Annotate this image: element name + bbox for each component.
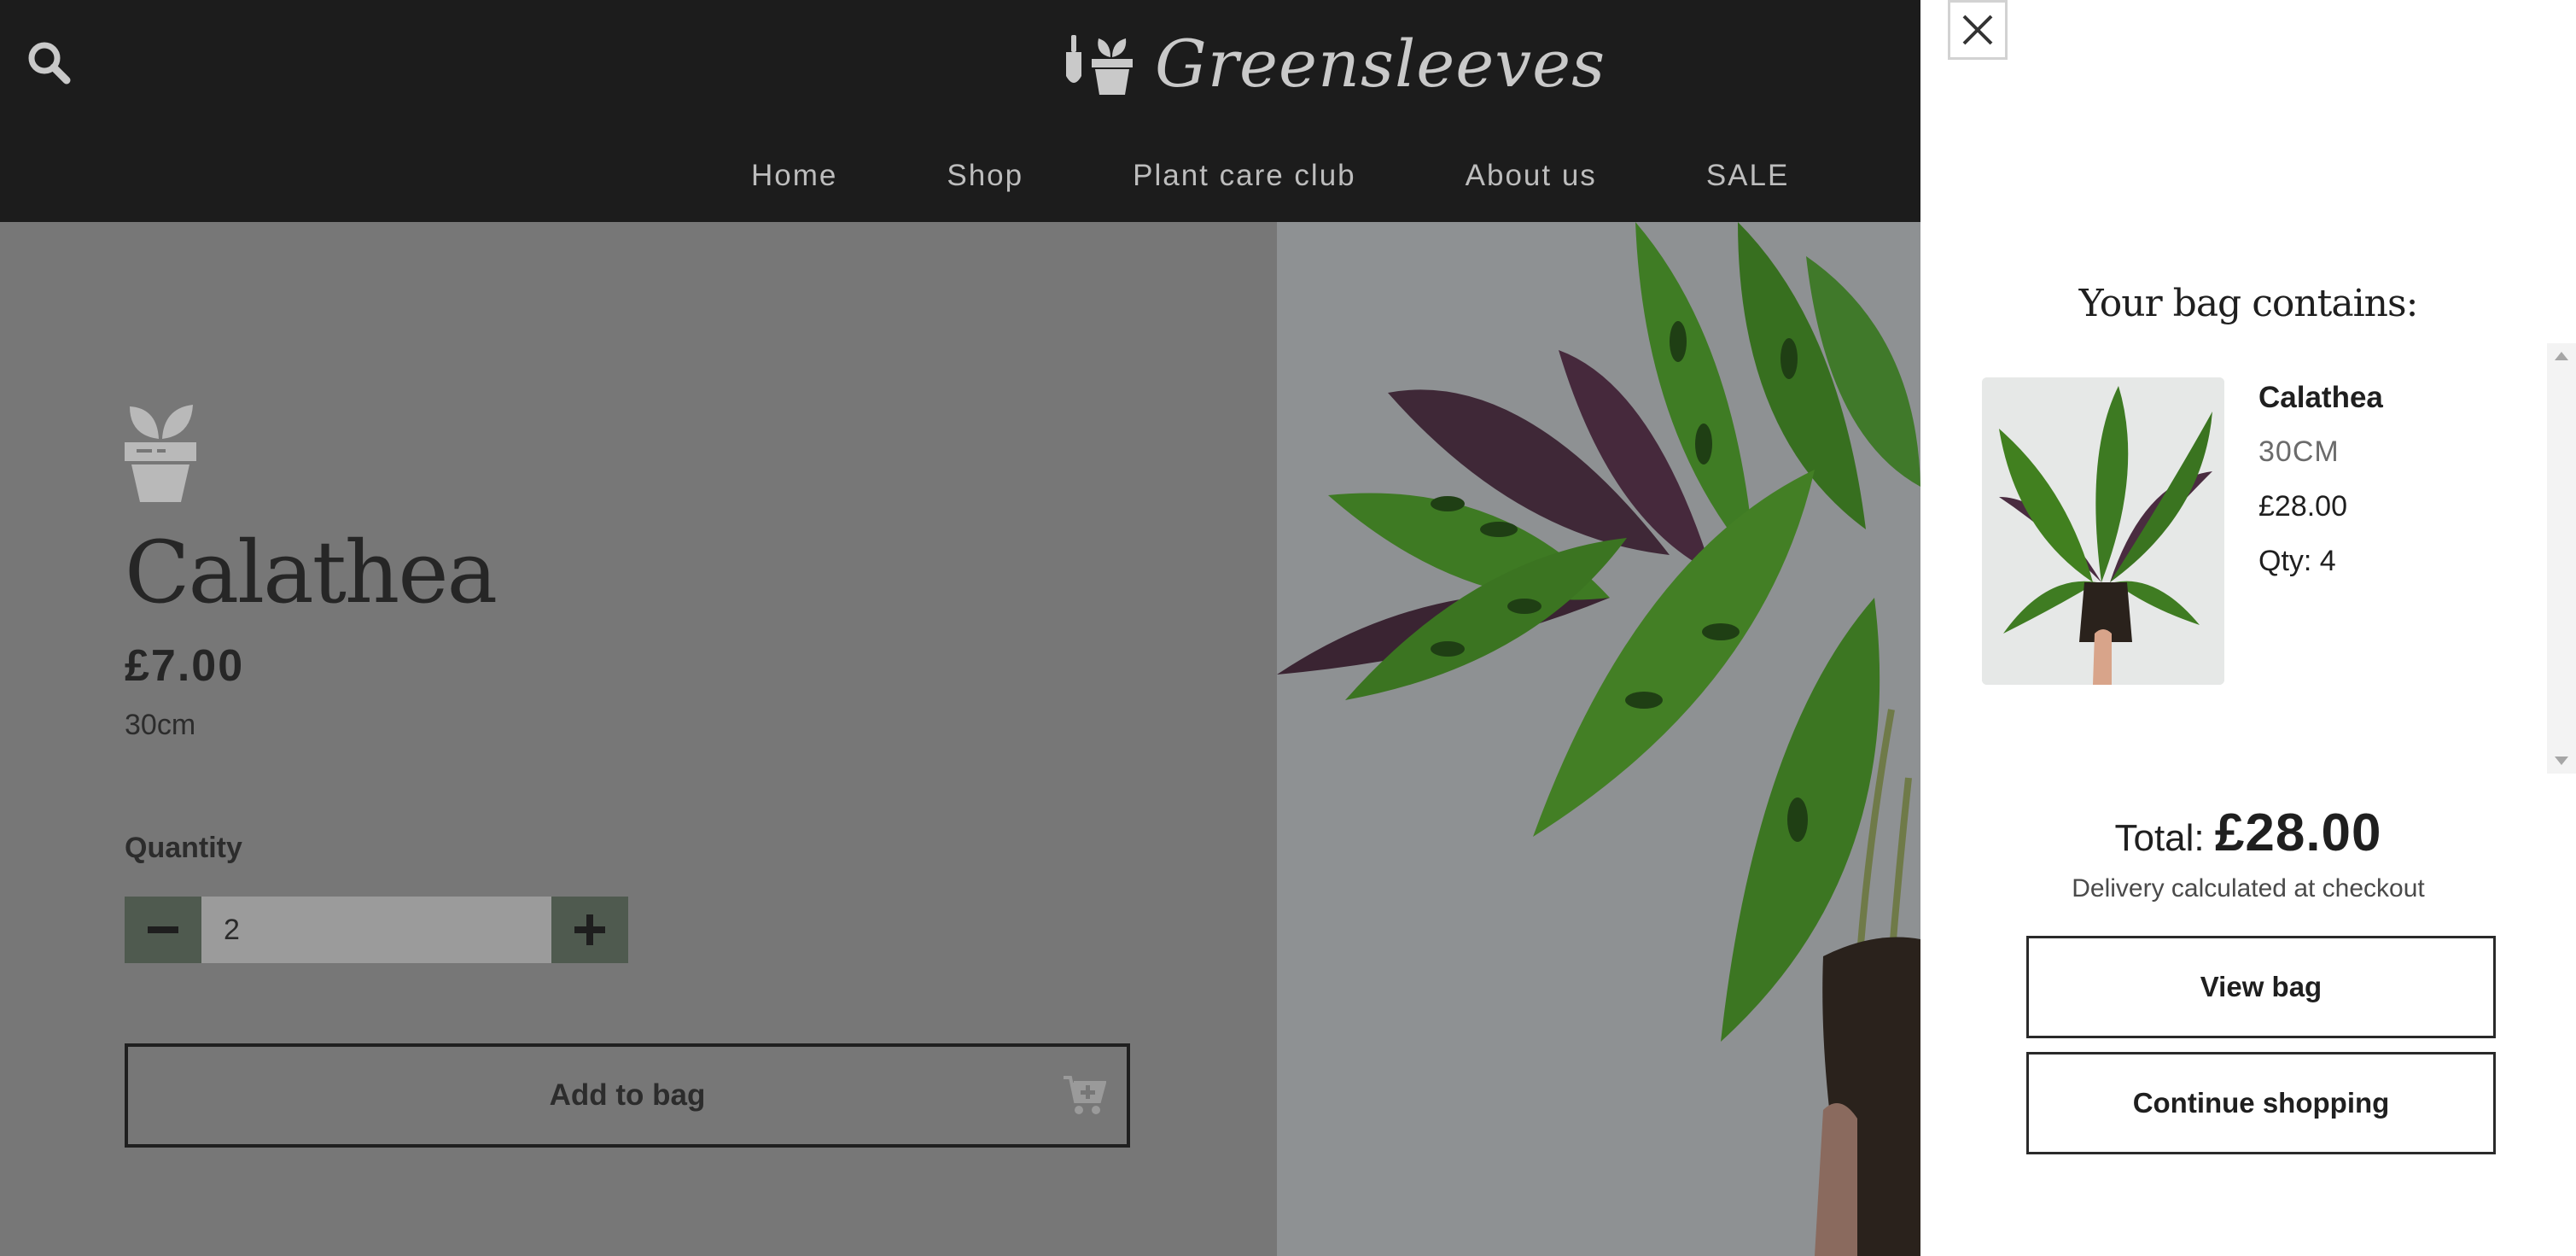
- cart-item-variant: 30CM: [2258, 435, 2340, 468]
- plus-icon: [574, 914, 605, 945]
- scroll-down-arrow-icon[interactable]: [2555, 757, 2568, 765]
- product-size: 30cm: [125, 709, 196, 741]
- search-button[interactable]: [24, 38, 75, 89]
- plant-pot-logo-icon: [1066, 34, 1133, 95]
- cart-list-scrollbar[interactable]: [2547, 343, 2576, 774]
- site-header: Greensleeves Home Shop Plant care club A…: [0, 0, 1920, 222]
- brand-name: Greensleeves: [1155, 26, 1606, 102]
- cart-plus-icon: [1064, 1076, 1106, 1114]
- nav-about-us[interactable]: About us: [1466, 159, 1597, 193]
- total-value: £28.00: [2214, 803, 2382, 862]
- scroll-up-arrow-icon[interactable]: [2555, 352, 2568, 360]
- quantity-stepper: [125, 897, 628, 963]
- nav-home[interactable]: Home: [751, 159, 837, 193]
- cart-drawer: Your bag contains: Calathea 30CM £28.00 …: [1920, 0, 2576, 1256]
- brand-logo[interactable]: Greensleeves: [1063, 26, 1606, 102]
- close-drawer-button[interactable]: [1948, 0, 2008, 60]
- product-price: £7.00: [125, 641, 245, 691]
- search-icon[interactable]: [24, 38, 75, 89]
- add-to-bag-button[interactable]: Add to bag: [125, 1043, 1130, 1148]
- cart-item-thumbnail[interactable]: [1982, 377, 2224, 685]
- main-nav: Home Shop Plant care club About us SALE: [751, 159, 1789, 193]
- decrease-quantity-button[interactable]: [125, 897, 201, 963]
- quantity-input[interactable]: [201, 897, 551, 963]
- close-icon: [1962, 15, 1993, 45]
- plant-pot-icon: [125, 401, 196, 506]
- cart-item-quantity: Qty: 4: [2258, 545, 2336, 577]
- nav-plant-care-club[interactable]: Plant care club: [1133, 159, 1356, 193]
- nav-shop[interactable]: Shop: [947, 159, 1023, 193]
- continue-shopping-button[interactable]: Continue shopping: [2026, 1052, 2496, 1154]
- delivery-note: Delivery calculated at checkout: [2072, 874, 2425, 903]
- add-to-bag-label: Add to bag: [549, 1078, 706, 1112]
- increase-quantity-button[interactable]: [551, 897, 628, 963]
- quantity-label: Quantity: [125, 832, 242, 864]
- cart-item-list: Calathea 30CM £28.00 Qty: 4: [1920, 343, 2576, 774]
- cart-total: Total: £28.00: [1920, 803, 2576, 863]
- nav-sale[interactable]: SALE: [1706, 159, 1790, 193]
- cart-item-name[interactable]: Calathea: [2258, 381, 2383, 415]
- product-title: Calathea: [125, 523, 498, 622]
- minus-icon: [148, 926, 178, 933]
- product-image: [1277, 222, 1920, 1256]
- view-bag-button[interactable]: View bag: [2026, 936, 2496, 1038]
- drawer-title: Your bag contains:: [2078, 282, 2419, 325]
- total-label: Total:: [2114, 817, 2215, 859]
- cart-item-price: £28.00: [2258, 490, 2347, 523]
